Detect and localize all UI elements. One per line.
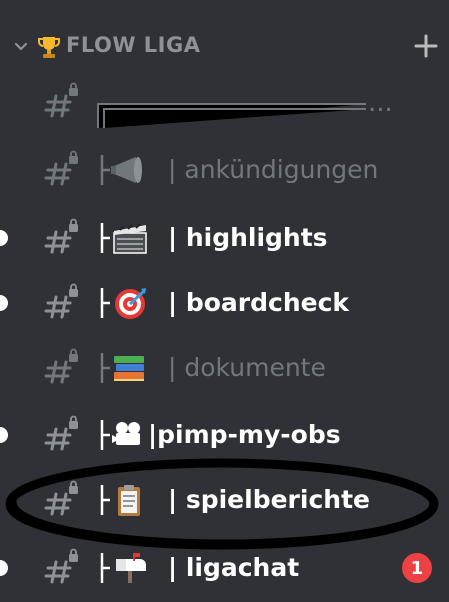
dart-target-icon (100, 288, 146, 319)
unread-indicator (0, 560, 8, 576)
locked-text-channel-icon (44, 348, 78, 384)
channel-label: | highlights (168, 222, 328, 252)
books-icon (100, 353, 144, 383)
megaphone-icon (100, 155, 142, 185)
channel-label: | spielberichte (168, 484, 370, 514)
channel-item-ankuendigungen[interactable]: | ankündigungen (0, 140, 449, 200)
locked-text-channel-icon (44, 415, 78, 451)
box-drawing-divider (97, 103, 366, 128)
category-header-flow-liga[interactable]: FLOW LIGA (0, 22, 449, 72)
channel-item-divider[interactable]: ... (0, 72, 449, 132)
trophy-icon (38, 37, 60, 58)
category-name: FLOW LIGA (66, 33, 201, 57)
clipboard-icon (100, 485, 140, 516)
mention-badge: 1 (402, 553, 432, 583)
unread-indicator (0, 427, 8, 443)
channel-label: | boardcheck (168, 287, 350, 317)
locked-text-channel-icon (44, 548, 78, 584)
clapperboard-icon (100, 223, 147, 254)
channel-item-highlights[interactable]: | highlights (0, 208, 449, 268)
channel-label: |pimp-my-obs (148, 419, 341, 449)
locked-text-channel-icon (44, 283, 78, 319)
channel-item-dokumente[interactable]: | dokumente (0, 338, 449, 398)
channel-item-ligachat[interactable]: | ligachat 1 (0, 538, 449, 598)
chevron-down-icon (14, 42, 28, 51)
channel-item-boardcheck[interactable]: | boardcheck (0, 273, 449, 333)
locked-text-channel-icon (44, 82, 78, 118)
mailbox-icon (100, 553, 146, 583)
channel-label: | dokumente (168, 352, 326, 382)
unread-indicator (0, 230, 8, 246)
movie-camera-icon (100, 420, 140, 450)
unread-indicator (0, 295, 8, 311)
channel-item-pimp-my-obs[interactable]: |pimp-my-obs (0, 405, 449, 465)
locked-text-channel-icon (44, 150, 78, 186)
locked-text-channel-icon (44, 480, 78, 516)
channel-item-spielberichte[interactable]: | spielberichte (0, 470, 449, 530)
truncation-ellipsis: ... (368, 88, 393, 118)
plus-icon[interactable] (412, 32, 440, 60)
channel-label: | ankündigungen (168, 154, 379, 184)
channel-label: | ligachat (168, 552, 300, 582)
locked-text-channel-icon (44, 218, 78, 254)
